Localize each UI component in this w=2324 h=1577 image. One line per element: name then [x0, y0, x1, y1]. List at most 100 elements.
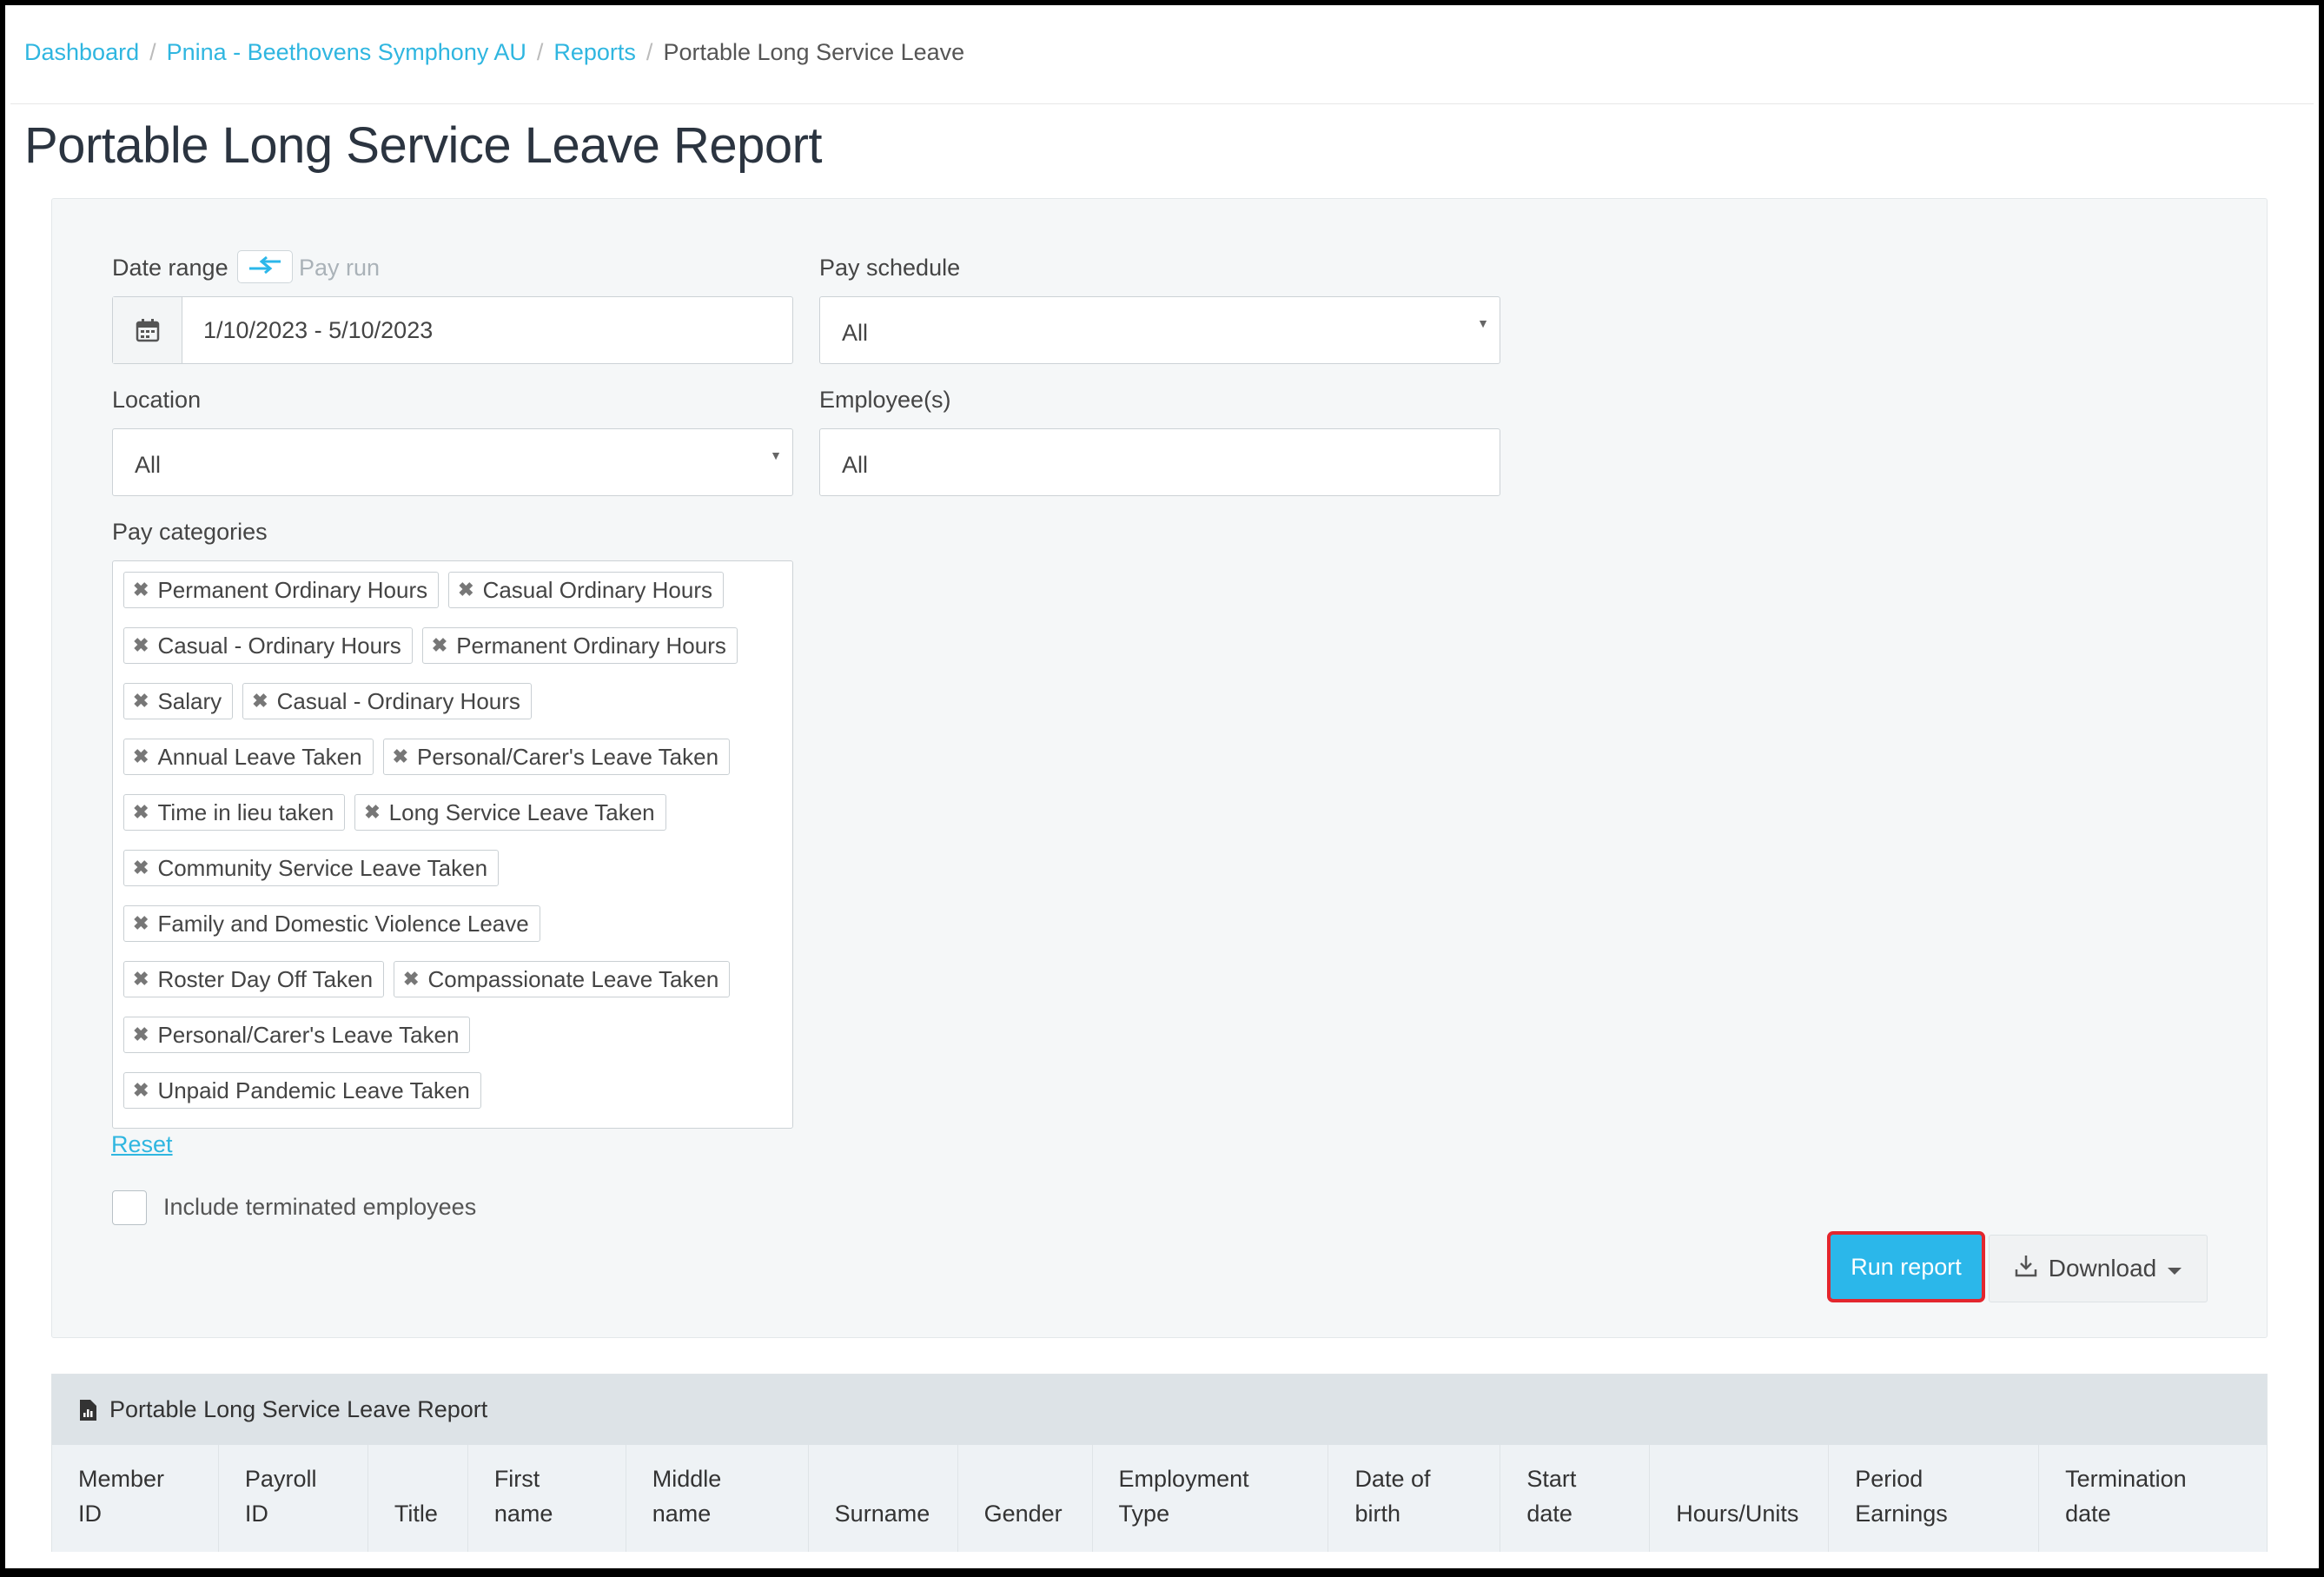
column-header-line: First: [493, 1466, 540, 1492]
pay-category-tag-label: Casual - Ordinary Hours: [157, 632, 401, 659]
remove-tag-icon[interactable]: ✖: [133, 1024, 149, 1046]
column-header-line: date: [1526, 1501, 1573, 1527]
column-header-line: date: [2065, 1501, 2111, 1527]
download-button[interactable]: Download: [1989, 1235, 2208, 1302]
caret-down-icon: [2167, 1255, 2182, 1282]
header-divider: [10, 103, 2314, 104]
column-header-line: [984, 1461, 1063, 1496]
pay-category-tag: ✖ Annual Leave Taken: [123, 739, 374, 775]
remove-tag-icon[interactable]: ✖: [133, 745, 149, 768]
breadcrumb-reports[interactable]: Reports: [553, 35, 636, 70]
date-range-value: 1/10/2023 - 5/10/2023: [203, 316, 434, 343]
column-header-line: Middle: [652, 1466, 722, 1492]
run-report-button[interactable]: Run report: [1827, 1231, 1985, 1302]
download-label: Download: [2048, 1255, 2157, 1282]
remove-tag-icon[interactable]: ✖: [133, 857, 149, 879]
column-header[interactable]: First name: [468, 1445, 626, 1552]
column-header[interactable]: Payroll ID: [219, 1445, 368, 1552]
remove-tag-icon[interactable]: ✖: [133, 634, 149, 657]
remove-tag-icon[interactable]: ✖: [133, 968, 149, 991]
remove-tag-icon[interactable]: ✖: [133, 579, 149, 601]
column-header[interactable]: Title: [368, 1445, 468, 1552]
pay-category-tag-label: Unpaid Pandemic Leave Taken: [157, 1077, 470, 1103]
column-header[interactable]: Date of birth: [1328, 1445, 1501, 1552]
pay-category-tag: ✖ Roster Day Off Taken: [123, 961, 385, 997]
column-header[interactable]: Employment Type: [1093, 1445, 1329, 1552]
employees-select[interactable]: All: [819, 428, 1500, 496]
pay-category-tag-label: Permanent Ordinary Hours: [456, 632, 726, 659]
column-header[interactable]: Start date: [1500, 1445, 1651, 1552]
column-header[interactable]: Termination date: [2039, 1445, 2267, 1552]
column-header-line: Type: [1118, 1501, 1170, 1527]
report-chart-icon: [78, 1399, 97, 1421]
tag-row: ✖ Roster Day Off Taken ✖ Compassionate Leav…: [123, 961, 792, 1017]
column-header-line: Title: [394, 1501, 438, 1527]
pay-schedule-value: All: [842, 319, 869, 346]
pay-category-tag: ✖ Casual Ordinary Hours: [448, 572, 724, 608]
breadcrumb-current: Portable Long Service Leave: [663, 39, 965, 65]
date-mode-toggle-button[interactable]: [237, 250, 293, 283]
location-select[interactable]: All ▼: [112, 428, 793, 496]
pay-categories-label: Pay categories: [112, 519, 268, 545]
pay-category-tag: ✖ Casual - Ordinary Hours: [123, 627, 413, 664]
breadcrumb-separator: /: [536, 39, 544, 65]
remove-tag-icon[interactable]: ✖: [403, 968, 419, 991]
pay-category-tag-label: Casual - Ordinary Hours: [276, 687, 520, 714]
pay-category-tag-label: Family and Domestic Violence Leave: [157, 910, 529, 937]
pay-category-tag: ✖ Casual - Ordinary Hours: [242, 683, 532, 719]
pay-category-tag: ✖ Compassionate Leave Taken: [394, 961, 731, 997]
column-header-line: birth: [1354, 1501, 1400, 1527]
remove-tag-icon[interactable]: ✖: [364, 801, 380, 824]
pay-schedule-select[interactable]: All ▼: [819, 296, 1500, 364]
column-header-line: [835, 1461, 930, 1496]
column-header-line: name: [652, 1501, 712, 1527]
column-header-line: Earnings: [1855, 1501, 1948, 1527]
column-header[interactable]: Member ID: [52, 1445, 219, 1552]
remove-tag-icon[interactable]: ✖: [432, 634, 447, 657]
download-icon: [2014, 1254, 2038, 1284]
breadcrumb-dashboard[interactable]: Dashboard: [24, 35, 139, 70]
remove-tag-icon[interactable]: ✖: [458, 579, 473, 601]
report-panel: Portable Long Service Leave Report Membe…: [51, 1374, 2268, 1552]
column-header-line: Member: [78, 1466, 165, 1492]
tag-row: ✖ Community Service Leave Taken: [123, 850, 792, 905]
column-header[interactable]: Period Earnings: [1829, 1445, 2040, 1552]
date-range-input[interactable]: 1/10/2023 - 5/10/2023: [112, 296, 793, 364]
remove-tag-icon[interactable]: ✖: [252, 690, 268, 712]
pay-category-tag: ✖ Community Service Leave Taken: [123, 850, 500, 886]
column-header[interactable]: Hours/Units: [1650, 1445, 1830, 1552]
pay-category-tag-label: Annual Leave Taken: [157, 743, 362, 770]
pay-category-tag-label: Time in lieu taken: [157, 798, 334, 825]
breadcrumb-business[interactable]: Pnina - Beethovens Symphony AU: [167, 35, 526, 70]
column-header[interactable]: Gender: [958, 1445, 1093, 1552]
pay-category-tag: ✖ Salary: [123, 683, 234, 719]
page-title: Portable Long Service Leave Report: [24, 117, 823, 174]
column-header-line: Start: [1526, 1466, 1577, 1492]
tag-row: ✖ Unpaid Pandemic Leave Taken: [123, 1072, 792, 1128]
include-terminated-checkbox[interactable]: [112, 1190, 147, 1225]
pay-categories-multiselect[interactable]: ✖ Permanent Ordinary Hours ✖ Casual Ordinar…: [112, 560, 793, 1129]
pay-category-tag: ✖ Family and Domestic Violence Leave: [123, 905, 540, 942]
remove-tag-icon[interactable]: ✖: [133, 912, 149, 935]
include-terminated-label: Include terminated employees: [163, 1194, 477, 1220]
remove-tag-icon[interactable]: ✖: [393, 745, 408, 768]
column-header[interactable]: Surname: [809, 1445, 958, 1552]
calendar-icon[interactable]: [113, 297, 182, 363]
swap-arrows-icon: [248, 255, 282, 279]
remove-tag-icon[interactable]: ✖: [133, 1079, 149, 1102]
column-header-line: Gender: [983, 1501, 1063, 1527]
pay-category-tag: ✖ Time in lieu taken: [123, 794, 346, 831]
breadcrumb: Dashboard / Pnina - Beethovens Symphony …: [24, 35, 964, 70]
tag-row: ✖ Salary ✖ Casual - Ordinary Hours: [123, 683, 792, 739]
reset-link[interactable]: Reset: [111, 1131, 173, 1158]
pay-run-mode-label[interactable]: Pay run: [299, 255, 380, 282]
column-header[interactable]: Middle name: [626, 1445, 809, 1552]
dropdown-caret-icon: ▼: [1477, 316, 1489, 330]
remove-tag-icon[interactable]: ✖: [133, 690, 149, 712]
pay-category-tag-label: Personal/Carer's Leave Taken: [417, 743, 719, 770]
pay-category-tag: ✖ Permanent Ordinary Hours: [421, 627, 738, 664]
column-header-line: Date of: [1354, 1466, 1431, 1492]
report-title: Portable Long Service Leave Report: [109, 1396, 488, 1422]
remove-tag-icon[interactable]: ✖: [133, 801, 149, 824]
column-header-line: [1676, 1461, 1798, 1496]
